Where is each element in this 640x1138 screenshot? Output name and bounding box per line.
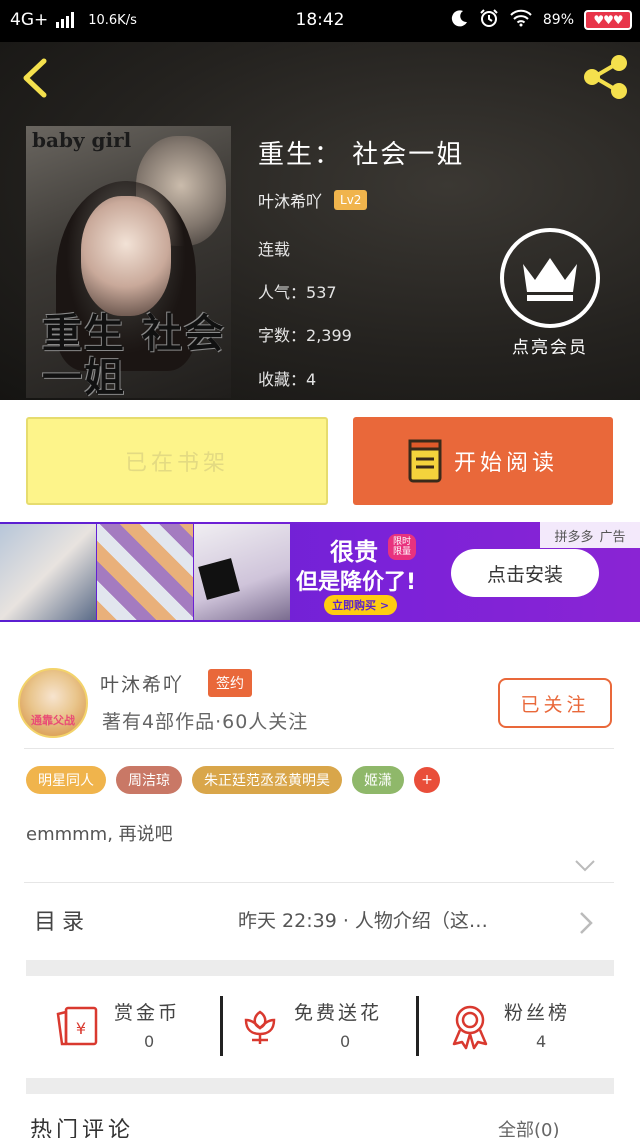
- in-bookshelf-label: 已在书架: [124, 451, 229, 476]
- ad-tag: 广告: [599, 529, 626, 545]
- ad-headline-2: 但是降价了!: [296, 570, 417, 595]
- favorites-row: 收藏：4: [258, 366, 316, 390]
- ad-image-2: [97, 524, 193, 620]
- share-icon: [584, 55, 627, 99]
- section-separator: [26, 1078, 614, 1094]
- ad-headline-1: 很贵: [330, 538, 378, 566]
- wifi-icon: [509, 9, 533, 31]
- fan-ranking-label: 粉丝榜: [504, 1002, 571, 1024]
- alarm-icon: [479, 8, 499, 32]
- tag-chip[interactable]: 明星同人: [26, 766, 106, 794]
- ad-label: 拼多多 广告: [540, 522, 640, 548]
- author-profile-name[interactable]: 叶沐希吖: [100, 670, 184, 697]
- free-flowers-value: 0: [340, 1032, 351, 1051]
- word-count-row: 字数：2,399: [258, 322, 352, 346]
- share-button[interactable]: [580, 54, 630, 100]
- book-intro: emmmm, 再说吧: [26, 824, 173, 845]
- tag-chip[interactable]: 姬潇: [352, 766, 404, 794]
- favorites-value: 4: [306, 370, 317, 389]
- back-button[interactable]: [18, 58, 52, 98]
- moon-icon: [451, 9, 469, 31]
- free-flowers-button[interactable]: 免费送花 0: [224, 990, 418, 1060]
- ad-banner[interactable]: 很贵 限时 限量 但是降价了! 立即购买 > 点击安装 拼多多 广告: [0, 522, 640, 622]
- toc-chevron[interactable]: [578, 910, 594, 940]
- divider: [24, 748, 614, 749]
- favorites-label: 收藏：: [258, 370, 307, 389]
- start-reading-label: 开始阅读: [453, 451, 558, 476]
- toc-latest-chapter[interactable]: 昨天 22:39 · 人物介绍（这…: [238, 906, 563, 933]
- chevron-right-icon: [580, 912, 593, 934]
- book-title: 重生： 社会一姐: [258, 140, 465, 170]
- divider: [24, 882, 614, 883]
- author-summary: 著有4部作品·60人关注: [102, 711, 309, 733]
- author-name[interactable]: 叶沐希吖: [258, 188, 322, 212]
- svg-text:¥: ¥: [76, 1019, 86, 1038]
- toc-label[interactable]: 目录: [34, 904, 90, 936]
- tag-chip[interactable]: 朱正廷范丞丞黄明昊: [192, 766, 342, 794]
- vip-button[interactable]: [500, 228, 600, 328]
- status-bar: 4G+ 10.6K/s 18:42 89% ♥♥♥: [0, 0, 640, 42]
- avatar[interactable]: 通靠父战: [18, 668, 88, 738]
- all-comments-link[interactable]: 全部(0): [498, 1116, 560, 1138]
- section-gap: [0, 622, 640, 658]
- hot-comments-title: 热门评论: [30, 1118, 135, 1138]
- author-row: 叶沐希吖 Lv2: [258, 188, 368, 212]
- tag-chip[interactable]: 周洁琼: [116, 766, 182, 794]
- more-tags-button[interactable]: +: [414, 767, 440, 793]
- flower-icon: [244, 1010, 276, 1044]
- vip-label[interactable]: 点亮会员: [494, 333, 606, 358]
- fan-ranking-button[interactable]: 粉丝榜 4: [420, 990, 614, 1060]
- stats-row: ¥ 赏金币 0 免费送花 0 粉丝榜 4: [26, 990, 614, 1060]
- free-flowers-label: 免费送花: [294, 1002, 383, 1024]
- reward-coins-value: 0: [144, 1032, 155, 1051]
- ad-buy-now[interactable]: 立即购买 >: [324, 595, 398, 615]
- battery-icon: ♥♥♥: [584, 10, 632, 30]
- medal-icon: [452, 1005, 488, 1050]
- cover-title: 重生 社会一姐: [42, 310, 226, 399]
- signed-badge: 签约: [208, 669, 252, 697]
- word-count-value: 2,399: [306, 326, 352, 345]
- chevron-left-icon: [23, 58, 47, 98]
- ad-image-1: [0, 524, 96, 620]
- section-separator: [26, 960, 614, 976]
- divider: [416, 996, 419, 1056]
- ad-limited-tag: 限时 限量: [388, 534, 416, 560]
- expand-intro-button[interactable]: [574, 858, 596, 877]
- book-cover[interactable]: baby girl 重生 社会一姐: [26, 126, 231, 398]
- crown-icon: [523, 258, 577, 301]
- battery-percent: 89%: [542, 12, 574, 28]
- ad-install-button[interactable]: 点击安装: [451, 549, 599, 597]
- start-reading-button[interactable]: 开始阅读: [353, 417, 613, 505]
- red-envelope-icon: ¥: [56, 1006, 98, 1046]
- level-badge: Lv2: [334, 190, 368, 210]
- serial-status: 连载: [258, 240, 291, 259]
- fan-ranking-value: 4: [536, 1032, 547, 1051]
- ad-brand: 拼多多: [554, 529, 594, 545]
- book-icon: [408, 439, 442, 483]
- in-bookshelf-button[interactable]: 已在书架: [26, 417, 328, 505]
- popularity-value: 537: [306, 283, 337, 302]
- reward-coins-label: 赏金币: [114, 1002, 181, 1024]
- word-count-label: 字数：: [258, 326, 307, 345]
- avatar-caption: 通靠父战: [31, 714, 75, 727]
- ad-image-3: [194, 524, 290, 620]
- tag-list: 明星同人 周洁琼 朱正廷范丞丞黄明昊 姬潇 +: [26, 766, 440, 794]
- author-section: [0, 658, 640, 1138]
- cover-figure-female: [81, 196, 171, 316]
- popularity-label: 人气：: [258, 283, 307, 302]
- divider: [220, 996, 223, 1056]
- popularity-row: 人气：537: [258, 279, 337, 303]
- reward-coins-button[interactable]: ¥ 赏金币 0: [26, 990, 222, 1060]
- follow-button[interactable]: 已关注: [498, 678, 612, 728]
- cover-caption: baby girl: [32, 128, 132, 152]
- chevron-down-icon: [575, 860, 595, 872]
